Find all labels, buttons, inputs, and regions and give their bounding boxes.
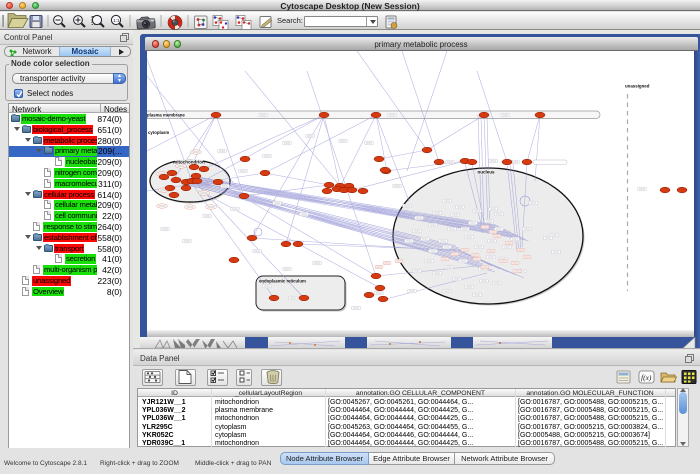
svg-text:nucleus: nucleus xyxy=(477,170,495,175)
svg-text:endoplasmic reticulum: endoplasmic reticulum xyxy=(259,279,306,284)
svg-text:1:1: 1:1 xyxy=(113,18,120,23)
svg-text:f(x): f(x) xyxy=(641,373,652,382)
svg-text:unassigned: unassigned xyxy=(625,84,650,89)
svg-text:cytoplasm: cytoplasm xyxy=(148,130,169,135)
svg-text:mitochondrion: mitochondrion xyxy=(173,160,205,165)
svg-text:plasma membrane: plasma membrane xyxy=(147,113,185,118)
